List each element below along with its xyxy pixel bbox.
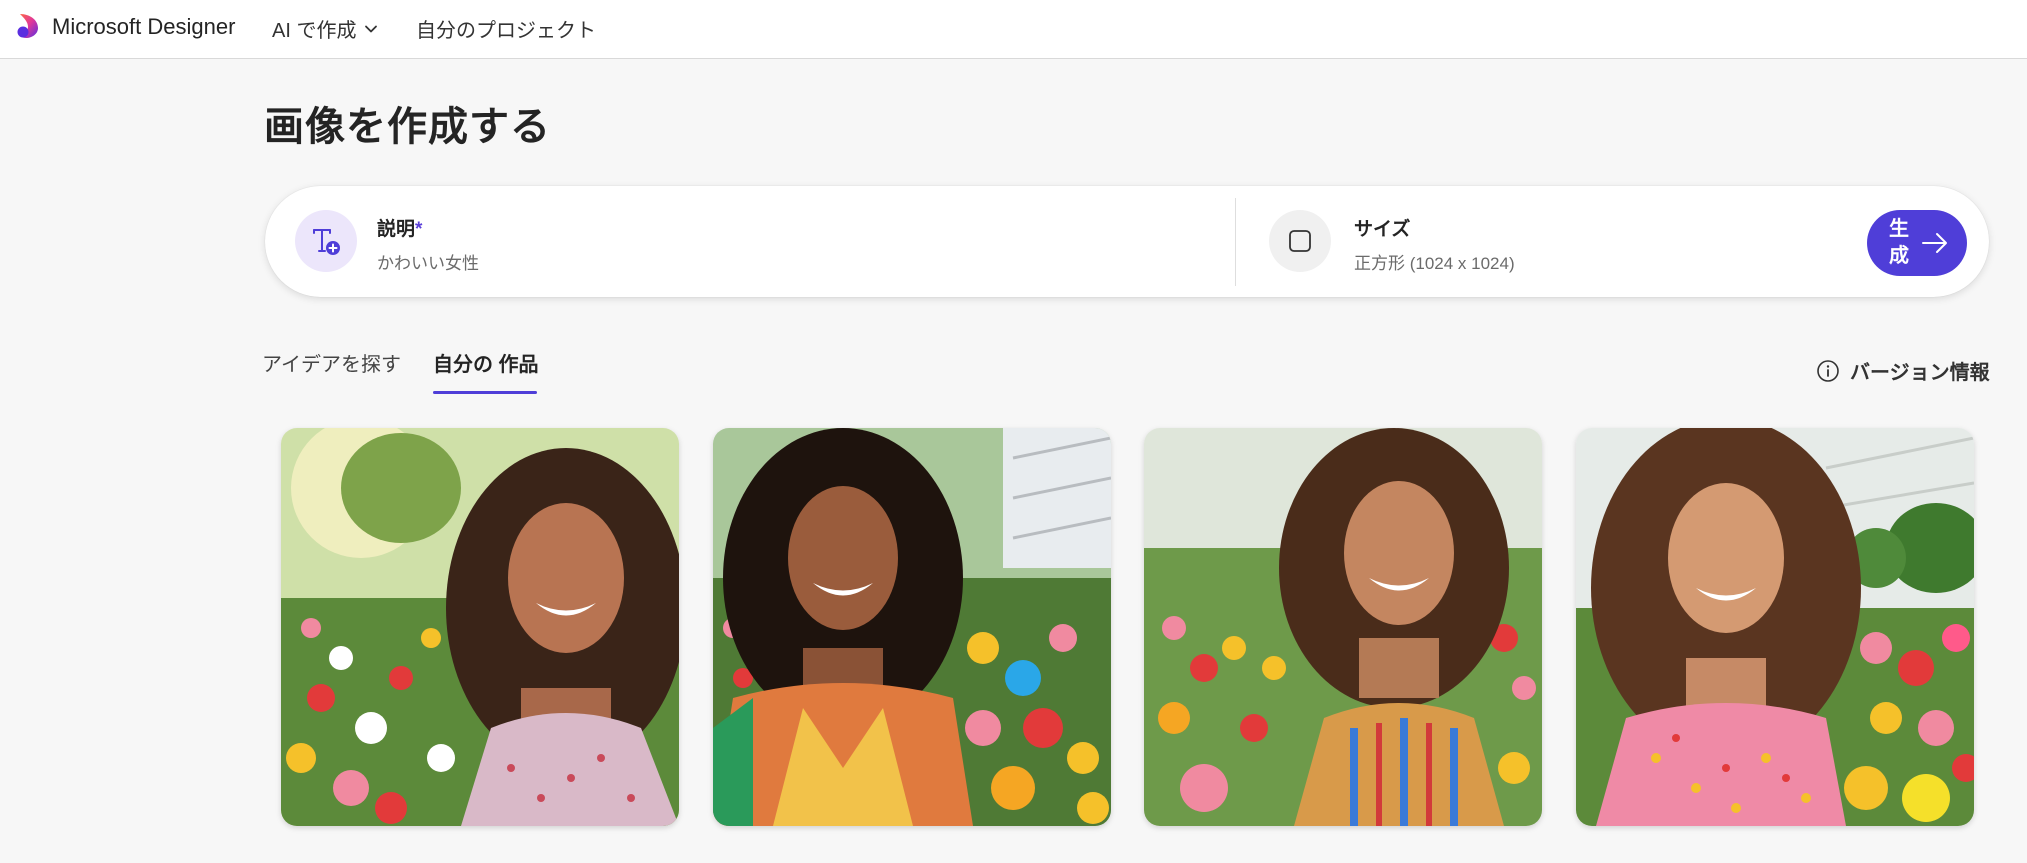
brand-name: Microsoft Designer [52,14,236,39]
version-info-link[interactable]: バージョン情報 [1816,356,1990,385]
generated-image-3[interactable] [1144,428,1542,826]
description-input[interactable]: かわいい女性 [377,249,479,274]
tab-explore-ideas[interactable]: アイデアを探す [262,348,401,377]
generated-image-2[interactable] [713,428,1111,826]
description-label-text: 説明 [377,219,416,240]
generated-image-1[interactable] [281,428,679,826]
square-icon [1289,230,1311,252]
top-bar: Microsoft Designer AI で作成 自分のプロジェクト [0,0,2027,59]
required-mark: * [415,219,423,240]
generate-button[interactable]: 生成 [1867,210,1967,276]
version-info-label: バージョン情報 [1850,362,1990,384]
designer-logo-icon[interactable] [14,12,42,40]
create-with-ai-label: AI で作成 [272,20,357,42]
tab-my-creations[interactable]: 自分の 作品 [433,348,539,377]
active-tab-indicator [433,391,537,394]
generate-label: 生成 [1889,218,1909,267]
description-field-icon [295,210,357,272]
prompt-card: 説明* かわいい女性 サイズ 正方形 (1024 x 1024) 生成 [265,186,1989,297]
info-icon [1817,359,1839,382]
description-label: 説明* [377,214,422,241]
create-with-ai-menu[interactable]: AI で作成 [272,14,378,43]
chevron-down-icon [365,25,378,32]
size-field-icon[interactable] [1269,210,1331,272]
text-add-icon [313,229,340,255]
arrow-right-icon [1922,233,1947,253]
portrait-woman-flowers-1 [281,428,679,826]
page-title: 画像を作成する [264,105,551,149]
field-divider [1235,198,1236,286]
generated-image-4[interactable] [1576,428,1974,826]
portrait-woman-flowers-4 [1576,428,1974,826]
size-label: サイズ [1354,219,1411,240]
portrait-woman-flowers-3 [1144,428,1542,826]
portrait-woman-flowers-2 [713,428,1111,826]
size-select[interactable]: 正方形 (1024 x 1024) [1354,249,1515,274]
my-projects-link[interactable]: 自分のプロジェクト [416,14,596,43]
